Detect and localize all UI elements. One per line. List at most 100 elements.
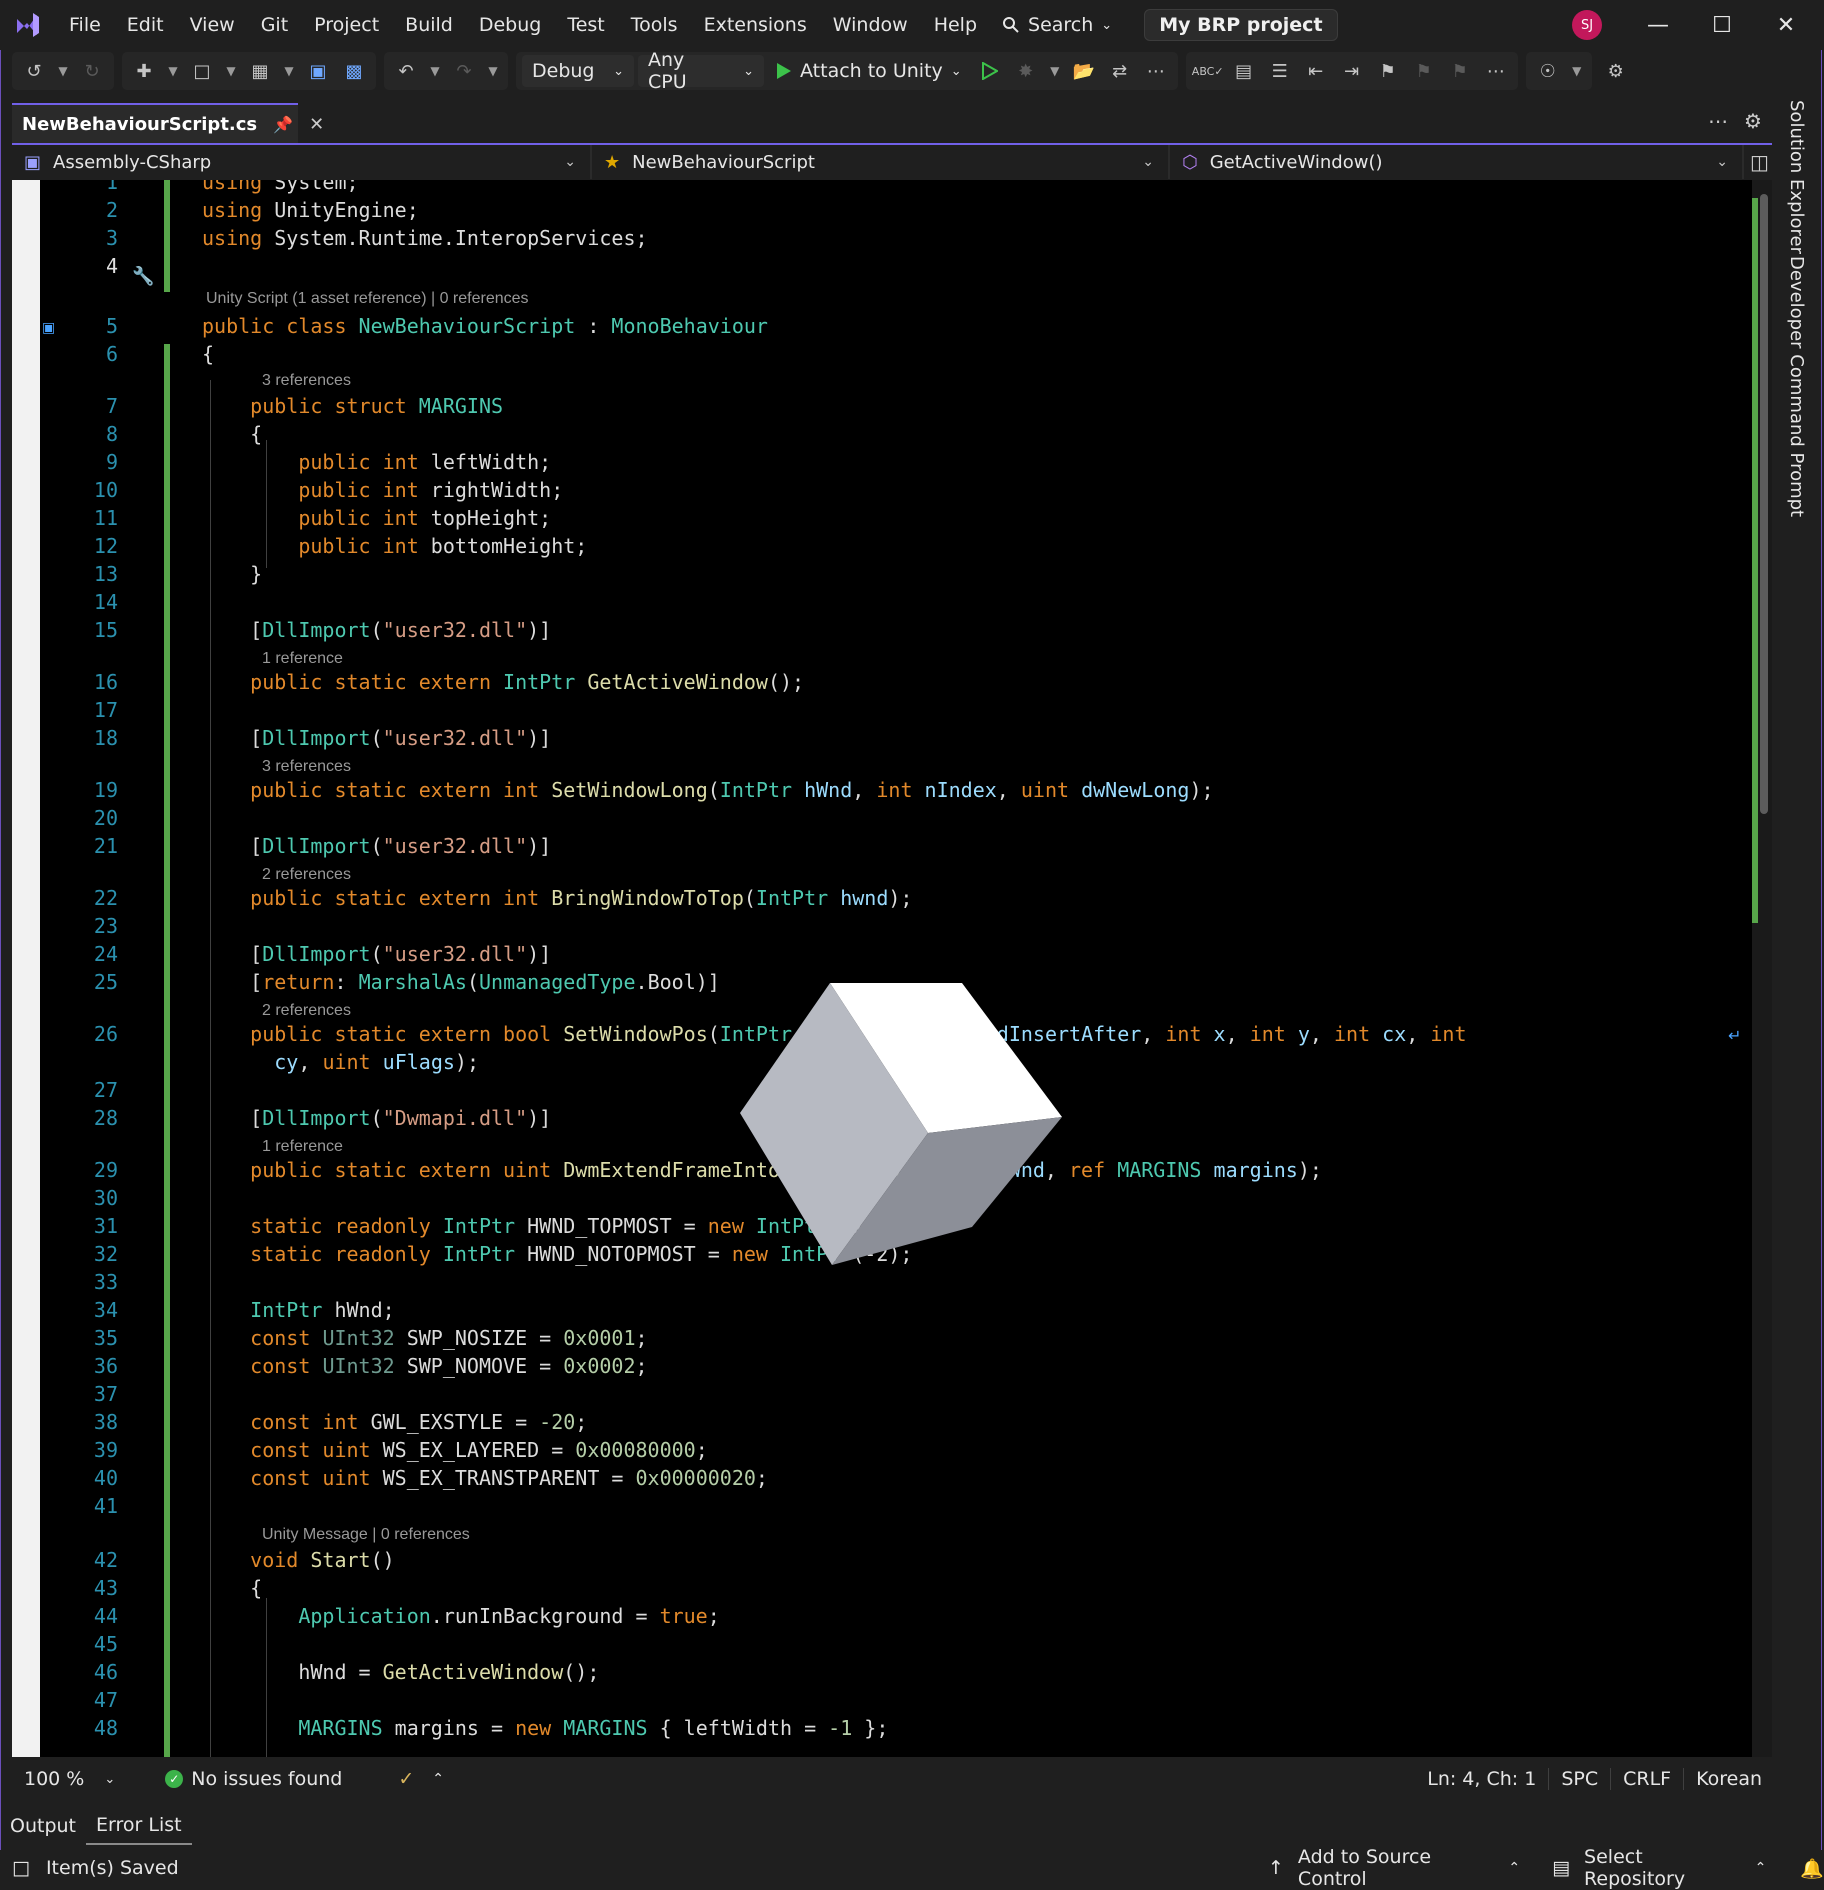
live-share-icon[interactable]: ⇄ [1104, 55, 1136, 87]
scrollbar-thumb[interactable] [1760, 194, 1768, 814]
more-tabs-icon[interactable]: ⋯ [1708, 109, 1728, 133]
codelens-references[interactable]: 2 references [262, 1000, 351, 1022]
add-item-icon[interactable]: ▦ [244, 55, 276, 87]
search-button[interactable]: Search ⌄ [990, 14, 1124, 36]
code-line: 40 const uint WS_EX_TRANSTPARENT = 0x000… [12, 1464, 1752, 1492]
close-icon[interactable]: ✕ [309, 114, 324, 135]
indent-icon[interactable]: ⇥ [1336, 55, 1368, 87]
close-icon[interactable]: ✕ [1754, 0, 1818, 50]
chevron-down-icon[interactable]: ▼ [54, 55, 72, 87]
zoom-dropdown[interactable]: 100 % ⌄ [12, 1768, 127, 1790]
codelens-unity-script[interactable]: Unity Script (1 asset reference) | 0 ref… [206, 288, 529, 310]
code-line: 11 public int topHeight; [12, 504, 1752, 532]
tab-newbehaviourscript[interactable]: NewBehaviourScript.cs 📌 ✕ [12, 103, 324, 143]
start-without-debugging-icon[interactable] [974, 55, 1006, 87]
attach-to-unity-button[interactable]: Attach to Unity ⌄ [768, 60, 970, 82]
menu-test[interactable]: Test [554, 0, 617, 50]
pin-icon[interactable]: 📌 [273, 115, 293, 134]
tab-error-list[interactable]: Error List [86, 1807, 192, 1845]
chevron-up-icon[interactable]: ⌃ [1755, 1860, 1767, 1876]
menu-git[interactable]: Git [248, 0, 301, 50]
codelens-references[interactable]: 3 references [262, 756, 351, 778]
save-all-icon[interactable]: ▩ [338, 55, 370, 87]
line-number: 7 [105, 394, 118, 418]
menu-tools[interactable]: Tools [618, 0, 691, 50]
notifications-bell-icon[interactable]: 🔔 [1800, 1857, 1824, 1880]
line-number: 36 [93, 1354, 118, 1378]
chevron-down-icon[interactable]: ▼ [164, 55, 182, 87]
codelens-references[interactable]: 2 references [262, 864, 351, 886]
menu-edit[interactable]: Edit [114, 0, 177, 50]
menu-project[interactable]: Project [301, 0, 392, 50]
menu-file[interactable]: File [56, 0, 114, 50]
new-project-icon[interactable]: ✚ [128, 55, 160, 87]
visual-studio-logo-icon[interactable] [12, 10, 42, 40]
class-dropdown[interactable]: ★ NewBehaviourScript ⌄ [592, 145, 1170, 179]
bookmark-icon[interactable]: ⚑ [1372, 55, 1404, 87]
add-to-source-control-button[interactable]: Add to Source Control [1298, 1846, 1494, 1890]
arrow-up-icon: ↑ [1268, 1857, 1284, 1879]
find-in-files-icon[interactable]: 📂 [1068, 55, 1100, 87]
avatar[interactable]: SJ [1572, 10, 1602, 40]
feedback-icon[interactable]: ⚙ [1600, 55, 1632, 87]
menu-help[interactable]: Help [921, 0, 990, 50]
undo-icon[interactable]: ↶ [390, 55, 422, 87]
cursor-position[interactable]: Ln: 4, Ch: 1 [1427, 1768, 1536, 1790]
spell-check-icon[interactable]: ABC✓ [1192, 55, 1224, 87]
settings-icon[interactable]: ⚙ [1744, 109, 1762, 133]
forward-icon[interactable]: ↻ [76, 55, 108, 87]
code-line: 47 [12, 1686, 1752, 1714]
chevron-down-icon[interactable]: ▼ [484, 55, 502, 87]
menu-debug[interactable]: Debug [466, 0, 554, 50]
chevron-down-icon[interactable]: ▼ [1046, 55, 1064, 87]
project-title[interactable]: My BRP project [1144, 9, 1338, 41]
chevron-down-icon[interactable]: ▼ [1568, 55, 1586, 87]
platform-dropdown[interactable]: Any CPU ⌄ [638, 49, 764, 93]
code-editor[interactable]: ▣ 🔧 1 using System; 2 using UnityEngine; 3… [12, 180, 1772, 1757]
new-file-icon[interactable]: □ [186, 55, 218, 87]
line-endings[interactable]: CRLF [1623, 1768, 1671, 1790]
copilot-icon[interactable]: ☉ [1532, 55, 1564, 87]
codelens-unity-message[interactable]: Unity Message | 0 references [262, 1524, 470, 1546]
whitespace-mode[interactable]: SPC [1561, 1768, 1598, 1790]
maximize-icon[interactable]: ☐ [1690, 0, 1754, 50]
prev-bookmark-icon[interactable]: ⚑ [1408, 55, 1440, 87]
minimize-icon[interactable]: — [1626, 0, 1690, 50]
comment-icon[interactable]: ▤ [1228, 55, 1260, 87]
notification-panel-icon[interactable]: □ [12, 1857, 30, 1879]
select-repository-button[interactable]: Select Repository [1584, 1846, 1741, 1890]
hot-reload-icon[interactable]: ✸ [1010, 55, 1042, 87]
tab-label: NewBehaviourScript.cs [22, 113, 258, 135]
code-cleanup-icon[interactable]: ✓ [398, 1768, 414, 1790]
codelens-references[interactable]: 1 reference [262, 1136, 343, 1158]
more-options-icon[interactable]: ⋯ [1480, 55, 1512, 87]
menu-view[interactable]: View [177, 0, 248, 50]
outdent-icon[interactable]: ⇤ [1300, 55, 1332, 87]
chevron-down-icon[interactable]: ▼ [426, 55, 444, 87]
project-dropdown[interactable]: ▣ Assembly-CSharp ⌄ [12, 145, 592, 179]
split-window-icon[interactable]: ◫ [1750, 145, 1769, 179]
menu-window[interactable]: Window [820, 0, 921, 50]
chevron-down-icon[interactable]: ▼ [222, 55, 240, 87]
developer-command-prompt-tab[interactable]: Developer Command Prompt [1786, 256, 1807, 517]
chevron-up-icon[interactable]: ⌃ [1508, 1860, 1520, 1876]
code-line: 42 void Start() [12, 1546, 1752, 1574]
menu-build[interactable]: Build [392, 0, 466, 50]
redo-icon[interactable]: ↷ [448, 55, 480, 87]
next-bookmark-icon[interactable]: ⚑ [1444, 55, 1476, 87]
back-icon[interactable]: ↺ [18, 55, 50, 87]
chevron-down-icon[interactable]: ▼ [280, 55, 298, 87]
chevron-up-icon[interactable]: ⌃ [432, 1771, 444, 1787]
menu-extensions[interactable]: Extensions [691, 0, 820, 50]
member-dropdown[interactable]: ⬡ GetActiveWindow() ⌄ [1170, 145, 1744, 179]
codelens-references[interactable]: 1 reference [262, 648, 343, 670]
codelens-references[interactable]: 3 references [262, 370, 351, 392]
tab-output[interactable]: Output [0, 1808, 86, 1844]
issues-indicator[interactable]: ✓ No issues found [165, 1768, 342, 1790]
config-dropdown[interactable]: Debug ⌄ [522, 55, 634, 87]
more-options-icon[interactable]: ⋯ [1140, 55, 1172, 87]
solution-explorer-tab[interactable]: Solution Explorer [1786, 100, 1807, 254]
format-icon[interactable]: ☰ [1264, 55, 1296, 87]
save-icon[interactable]: ▣ [302, 55, 334, 87]
file-encoding[interactable]: Korean [1696, 1768, 1762, 1790]
